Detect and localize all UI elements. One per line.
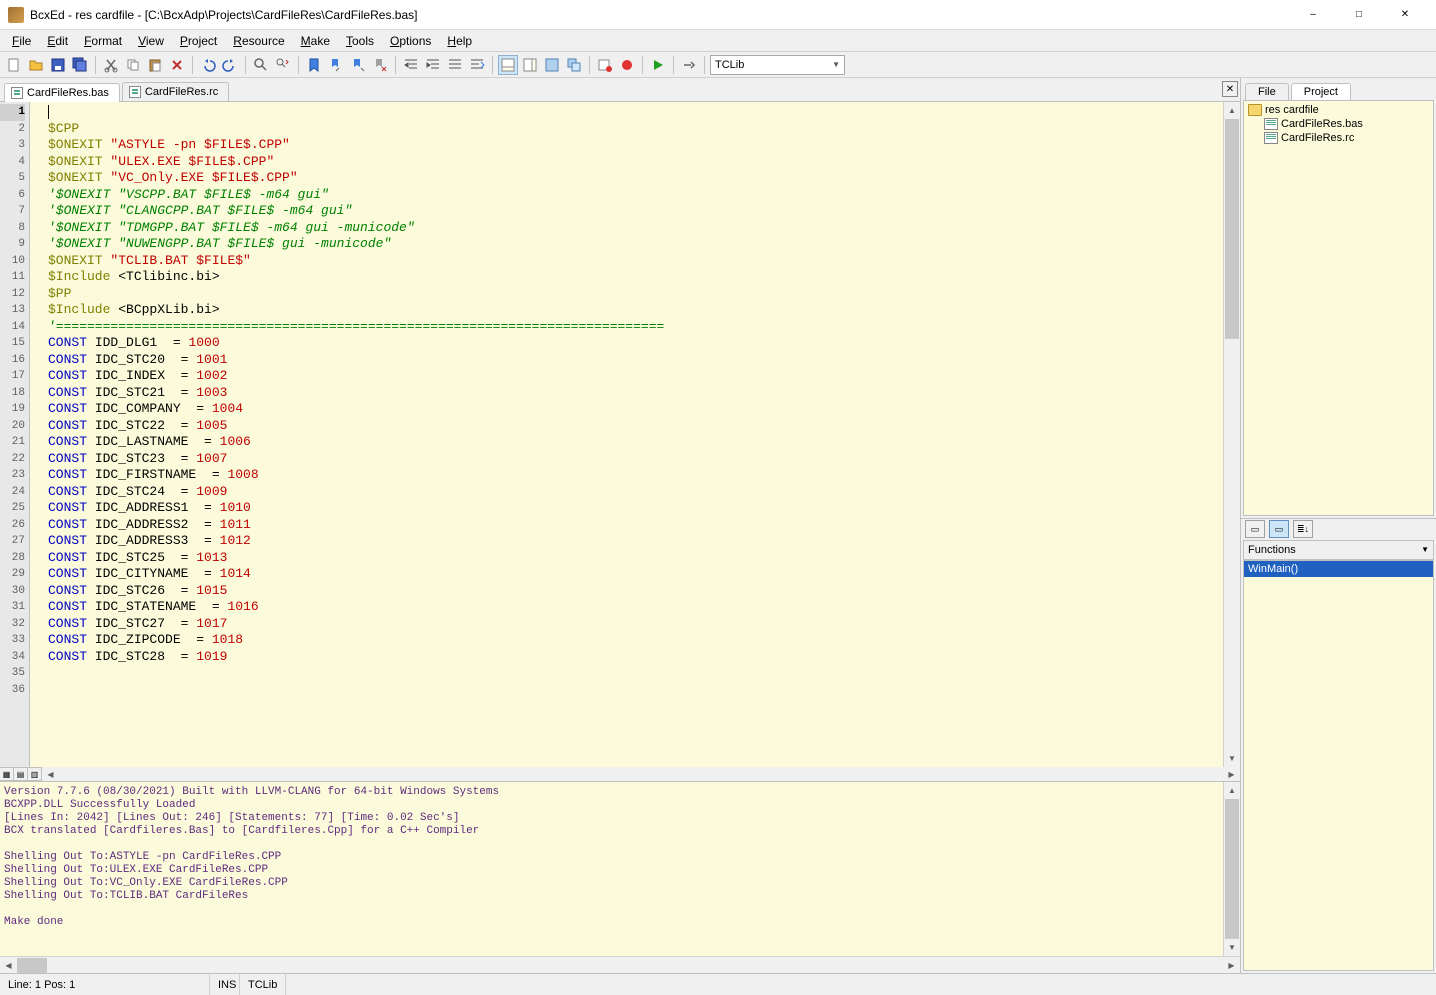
toggle-project-button[interactable] [520, 55, 540, 75]
tree-file[interactable]: CardFileRes.rc [1246, 131, 1431, 145]
editor-horizontal-scrollbar[interactable]: ◀▶ [42, 767, 1240, 781]
menu-view[interactable]: View [130, 31, 172, 51]
output-horizontal-scrollbar[interactable]: ◀▶ [0, 956, 1240, 973]
copy-button[interactable] [123, 55, 143, 75]
menu-help[interactable]: Help [439, 31, 480, 51]
replace-button[interactable] [273, 55, 293, 75]
statusbar: Line: 1 Pos: 1 INS TCLib [0, 973, 1436, 995]
menu-project[interactable]: Project [172, 31, 225, 51]
app-icon [8, 7, 24, 23]
scroll-down-icon[interactable]: ▼ [1224, 750, 1240, 767]
bookmark-prev-button[interactable] [326, 55, 346, 75]
status-position: Line: 1 Pos: 1 [0, 974, 210, 995]
editor-vertical-scrollbar[interactable]: ▲ ▼ [1223, 102, 1240, 767]
file-icon [11, 87, 23, 99]
open-file-button[interactable] [26, 55, 46, 75]
editor-footer-strip: ▦ ▤ ▥ ◀▶ [0, 767, 1240, 781]
view-mode-1-button[interactable]: ▭ [1245, 520, 1265, 538]
save-button[interactable] [48, 55, 68, 75]
minimize-button[interactable]: – [1290, 0, 1336, 30]
menu-resource[interactable]: Resource [225, 31, 292, 51]
file-icon [129, 86, 141, 98]
split-view-1-button[interactable]: ▦ [0, 768, 14, 780]
split-view-3-button[interactable]: ▥ [28, 768, 42, 780]
code-editor[interactable]: 1234567891011121314151617181920212223242… [0, 102, 1240, 767]
new-file-button[interactable] [4, 55, 24, 75]
uncomment-button[interactable] [467, 55, 487, 75]
right-tab-file[interactable]: File [1245, 83, 1289, 100]
run-button[interactable] [648, 55, 668, 75]
bookmark-toggle-button[interactable] [304, 55, 324, 75]
tree-root[interactable]: res cardfile [1246, 103, 1431, 117]
menu-make[interactable]: Make [293, 31, 338, 51]
breakpoint-button[interactable] [595, 55, 615, 75]
stop-button[interactable] [617, 55, 637, 75]
functions-toolbar: ▭ ▭ ≣↓ [1241, 518, 1436, 540]
close-tab-button[interactable]: ✕ [1222, 81, 1238, 97]
menu-file[interactable]: File [4, 31, 39, 51]
split-view-2-button[interactable]: ▤ [14, 768, 28, 780]
menu-format[interactable]: Format [76, 31, 130, 51]
maximize-button[interactable]: □ [1336, 0, 1382, 30]
menu-options[interactable]: Options [382, 31, 439, 51]
save-all-button[interactable] [70, 55, 90, 75]
editor-tab-strip: CardFileRes.basCardFileRes.rc ✕ [0, 78, 1240, 102]
scroll-up-icon[interactable]: ▲ [1224, 102, 1240, 119]
folder-icon [1248, 104, 1262, 116]
cut-button[interactable] [101, 55, 121, 75]
window-cascade-button[interactable] [564, 55, 584, 75]
code-content[interactable]: $CPP$ONEXIT "ASTYLE -pn $FILE$.CPP"$ONEX… [30, 102, 1223, 767]
delete-button[interactable] [167, 55, 187, 75]
window-arrange-button[interactable] [542, 55, 562, 75]
close-button[interactable]: ✕ [1382, 0, 1428, 30]
titlebar: BcxEd - res cardfile - [C:\BcxAdp\Projec… [0, 0, 1436, 30]
step-button[interactable] [679, 55, 699, 75]
editor-tab[interactable]: CardFileRes.rc [122, 82, 229, 101]
menu-edit[interactable]: Edit [39, 31, 76, 51]
chevron-down-icon: ▼ [832, 60, 840, 69]
window-title: BcxEd - res cardfile - [C:\BcxAdp\Projec… [30, 8, 1290, 22]
editor-tab[interactable]: CardFileRes.bas [4, 83, 120, 102]
file-icon [1264, 118, 1278, 130]
toolbar: TCLib ▼ [0, 52, 1436, 78]
function-item[interactable]: WinMain() [1244, 561, 1433, 577]
right-tab-project[interactable]: Project [1291, 83, 1351, 100]
right-panel-tabs: FileProject [1241, 78, 1436, 100]
tree-file[interactable]: CardFileRes.bas [1246, 117, 1431, 131]
chevron-down-icon: ▼ [1421, 545, 1429, 554]
status-compiler: TCLib [240, 974, 286, 995]
sort-button[interactable]: ≣↓ [1293, 520, 1313, 538]
line-gutter: 1234567891011121314151617181920212223242… [0, 102, 30, 767]
redo-button[interactable] [220, 55, 240, 75]
compiler-combo[interactable]: TCLib ▼ [710, 55, 845, 75]
undo-button[interactable] [198, 55, 218, 75]
outdent-button[interactable] [401, 55, 421, 75]
project-tree[interactable]: res cardfileCardFileRes.basCardFileRes.r… [1243, 100, 1434, 516]
status-mode: INS [210, 974, 240, 995]
toggle-output-button[interactable] [498, 55, 518, 75]
bookmark-next-button[interactable] [348, 55, 368, 75]
right-panel: FileProject res cardfileCardFileRes.basC… [1240, 78, 1436, 973]
indent-button[interactable] [423, 55, 443, 75]
comment-button[interactable] [445, 55, 465, 75]
scroll-thumb[interactable] [1225, 119, 1239, 339]
bookmark-clear-button[interactable] [370, 55, 390, 75]
view-mode-2-button[interactable]: ▭ [1269, 520, 1289, 538]
file-icon [1264, 132, 1278, 144]
menubar: FileEditFormatViewProjectResourceMakeToo… [0, 30, 1436, 52]
output-vertical-scrollbar[interactable]: ▲ ▼ [1223, 782, 1240, 956]
output-text[interactable]: Version 7.7.6 (08/30/2021) Built with LL… [0, 782, 1223, 956]
compiler-combo-value: TCLib [715, 59, 744, 71]
find-button[interactable] [251, 55, 271, 75]
functions-list[interactable]: WinMain() [1243, 560, 1434, 972]
paste-button[interactable] [145, 55, 165, 75]
menu-tools[interactable]: Tools [338, 31, 382, 51]
functions-header[interactable]: Functions ▼ [1243, 540, 1434, 560]
output-panel: Version 7.7.6 (08/30/2021) Built with LL… [0, 781, 1240, 956]
